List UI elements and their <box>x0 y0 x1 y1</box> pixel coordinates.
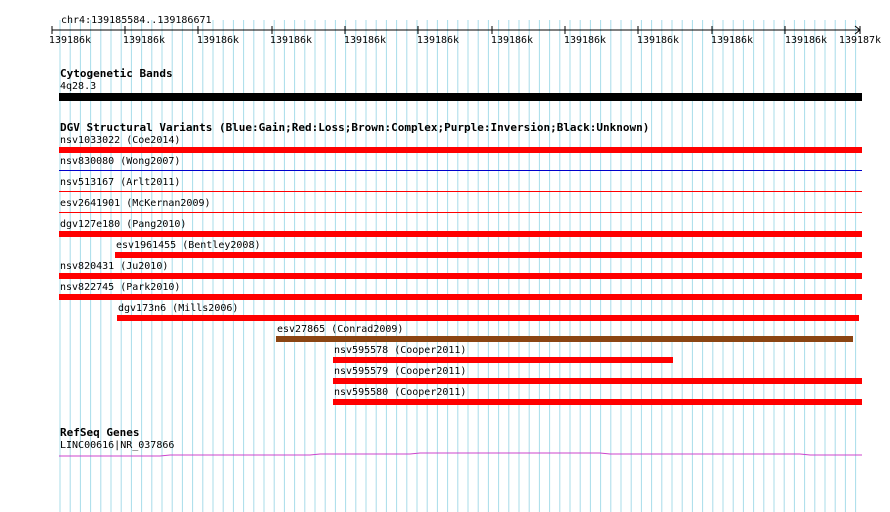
ruler-tick-label: 139186k <box>122 35 166 46</box>
dgv-track-title: DGV Structural Variants (Blue:Gain;Red:L… <box>60 121 650 134</box>
dgv-variant-bar[interactable] <box>276 336 853 342</box>
dgv-variant-feature[interactable]: esv2641901 (McKernan2009) <box>0 198 890 218</box>
dgv-variant-label: nsv595578 (Cooper2011) <box>334 345 467 356</box>
dgv-variant-label: nsv595580 (Cooper2011) <box>334 387 467 398</box>
dgv-variant-bar[interactable] <box>333 399 862 405</box>
dgv-variant-feature[interactable]: dgv127e180 (Pang2010) <box>0 219 890 239</box>
dgv-variant-feature[interactable]: nsv1033022 (Coe2014) <box>0 135 890 155</box>
ruler-tick-label: 139186k <box>563 35 607 46</box>
dgv-variant-label: nsv822745 (Park2010) <box>60 282 181 293</box>
dgv-variant-label: dgv127e180 (Pang2010) <box>60 219 187 230</box>
refseq-gene-line <box>59 452 862 457</box>
ruler-tick-label: 139186k <box>196 35 240 46</box>
dgv-variant-label: dgv173n6 (Mills2006) <box>118 303 239 314</box>
cytoband-label: 4q28.3 <box>60 81 97 92</box>
ruler-tick-label: 139187k <box>838 35 882 46</box>
cytoband-bar[interactable] <box>59 93 862 101</box>
dgv-variant-feature[interactable]: nsv513167 (Arlt2011) <box>0 177 890 197</box>
ruler-tick-label: 139186k <box>48 35 92 46</box>
dgv-variant-feature[interactable]: nsv595578 (Cooper2011) <box>0 345 890 365</box>
dgv-variant-feature[interactable]: nsv595579 (Cooper2011) <box>0 366 890 386</box>
dgv-variant-feature[interactable]: dgv173n6 (Mills2006) <box>0 303 890 323</box>
dgv-variant-label: nsv513167 (Arlt2011) <box>60 177 181 188</box>
dgv-variant-label: nsv820431 (Ju2010) <box>60 261 169 272</box>
dgv-variant-feature[interactable]: nsv830080 (Wong2007) <box>0 156 890 176</box>
refseq-gene-feature[interactable] <box>0 450 890 460</box>
dgv-variant-label: esv1961455 (Bentley2008) <box>116 240 261 251</box>
dgv-variant-bar[interactable] <box>333 357 673 363</box>
dgv-variant-label: nsv830080 (Wong2007) <box>60 156 181 167</box>
dgv-variant-bar[interactable] <box>59 191 862 192</box>
genome-browser-view: chr4:139185584..139186671 139186k 139186k… <box>0 0 890 512</box>
dgv-variant-bar[interactable] <box>59 170 862 171</box>
dgv-variant-bar[interactable] <box>59 294 862 300</box>
dgv-variant-label: nsv1033022 (Coe2014) <box>60 135 181 146</box>
ruler-tick-label: 139186k <box>269 35 313 46</box>
dgv-variant-bar[interactable] <box>115 252 862 258</box>
dgv-variant-bar[interactable] <box>59 231 862 237</box>
dgv-variant-label: esv27865 (Conrad2009) <box>277 324 404 335</box>
cytoband-track-title: Cytogenetic Bands <box>60 67 173 80</box>
dgv-variant-feature[interactable]: esv1961455 (Bentley2008) <box>0 240 890 260</box>
dgv-variant-feature[interactable]: nsv595580 (Cooper2011) <box>0 387 890 407</box>
dgv-variant-feature[interactable]: esv27865 (Conrad2009) <box>0 324 890 344</box>
ruler-tick-label: 139186k <box>343 35 387 46</box>
dgv-variant-label: nsv595579 (Cooper2011) <box>334 366 467 377</box>
dgv-variant-bar[interactable] <box>59 212 862 213</box>
dgv-variant-bar[interactable] <box>59 273 862 279</box>
ruler-tick-label: 139186k <box>490 35 534 46</box>
dgv-variant-feature[interactable]: nsv820431 (Ju2010) <box>0 261 890 281</box>
dgv-variant-feature[interactable]: nsv822745 (Park2010) <box>0 282 890 302</box>
refseq-track-title: RefSeq Genes <box>60 426 140 439</box>
dgv-variant-bar[interactable] <box>117 315 859 321</box>
ruler-tick-label: 139186k <box>636 35 680 46</box>
ruler-tick-label: 139186k <box>710 35 754 46</box>
ruler-tick-label: 139186k <box>784 35 828 46</box>
dgv-variant-bar[interactable] <box>333 378 862 384</box>
dgv-variant-label: esv2641901 (McKernan2009) <box>60 198 211 209</box>
dgv-variant-bar[interactable] <box>59 147 862 153</box>
ruler-tick-label: 139186k <box>416 35 460 46</box>
